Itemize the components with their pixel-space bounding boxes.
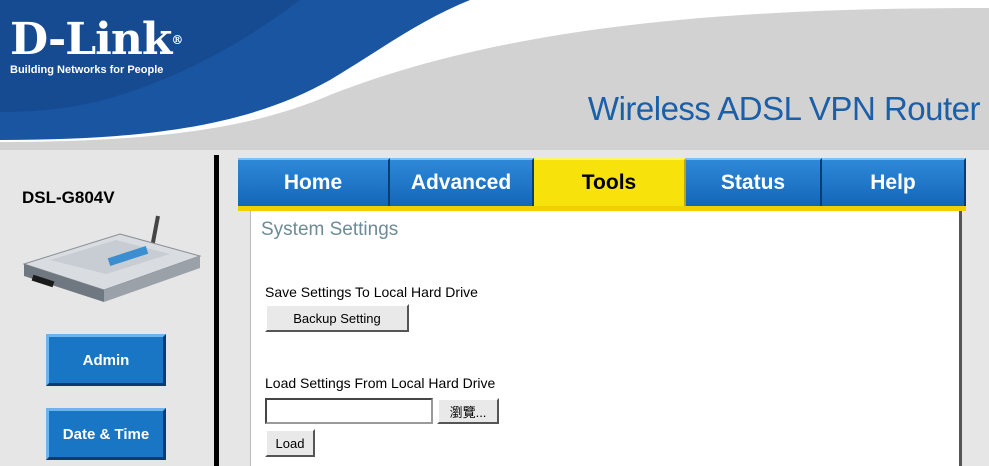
load-settings-label: Load Settings From Local Hard Drive — [265, 375, 496, 391]
product-title: Wireless ADSL VPN Router — [587, 90, 981, 127]
sidebar: DSL-G804V Admin Date & Time — [0, 150, 210, 466]
save-settings-label: Save Settings To Local Hard Drive — [265, 284, 478, 300]
brand-tagline: Building Networks for People — [10, 64, 164, 76]
content-panel: System Settings Save Settings To Local H… — [250, 211, 962, 466]
tab-advanced[interactable]: Advanced — [390, 158, 534, 206]
load-button[interactable]: Load — [265, 429, 315, 457]
tab-tools[interactable]: Tools — [534, 158, 686, 206]
tab-help[interactable]: Help — [822, 158, 966, 206]
brand-name: D-Link — [10, 14, 172, 65]
file-path-input[interactable] — [265, 398, 433, 424]
section-title: System Settings — [261, 219, 399, 240]
router-image — [22, 215, 202, 302]
tab-status[interactable]: Status — [686, 158, 822, 206]
sidebar-divider — [214, 155, 219, 466]
header: D-Link® Building Networks for People Wir… — [0, 0, 989, 150]
registered-mark: ® — [171, 33, 183, 47]
browse-button[interactable]: 瀏覽... — [437, 398, 499, 424]
admin-button[interactable]: Admin — [46, 334, 166, 386]
date-time-button[interactable]: Date & Time — [46, 408, 166, 460]
main-tabs: Home Advanced Tools Status Help — [238, 158, 966, 208]
model-name: DSL-G804V — [22, 188, 115, 207]
backup-setting-button[interactable]: Backup Setting — [265, 304, 409, 332]
tab-home[interactable]: Home — [238, 158, 390, 206]
dlink-logo: D-Link® Building Networks for People — [10, 18, 183, 77]
